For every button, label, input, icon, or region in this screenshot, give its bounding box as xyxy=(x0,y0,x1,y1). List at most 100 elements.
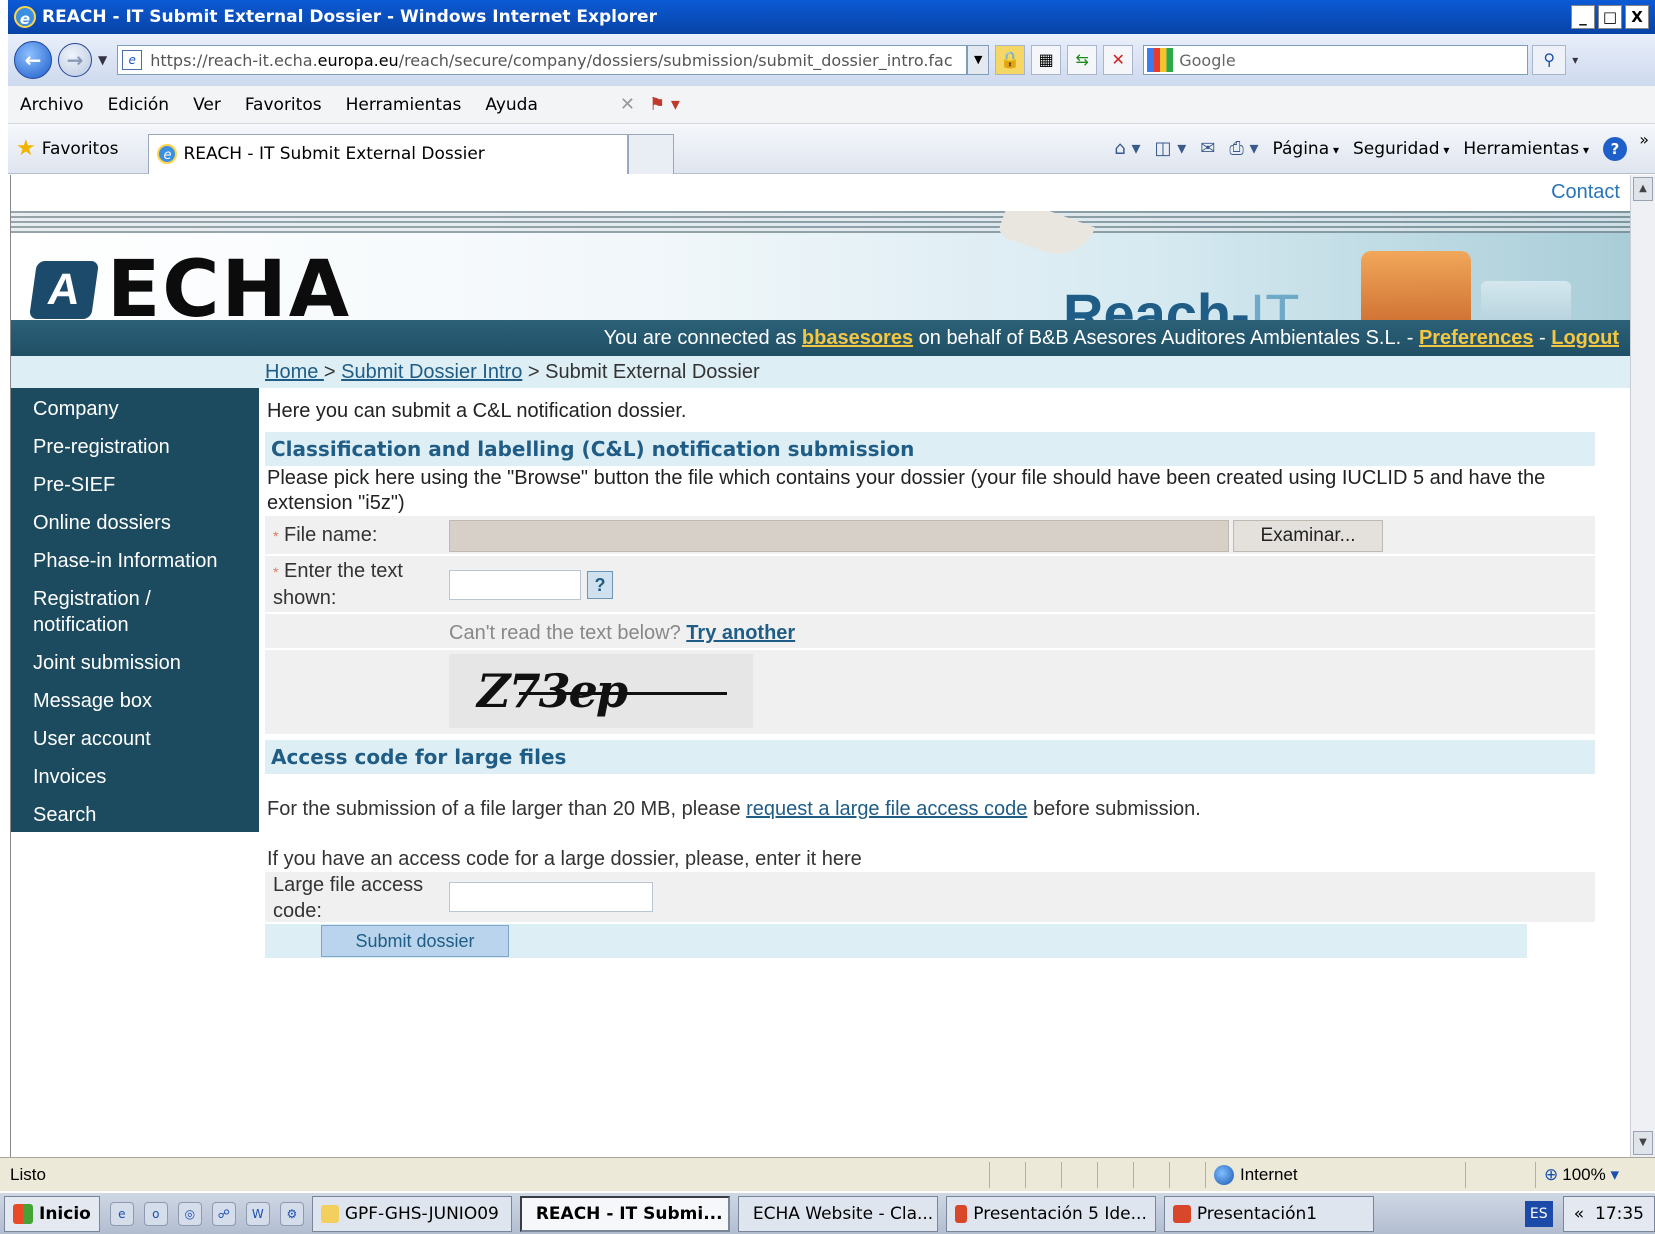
menu-edicion[interactable]: Edición xyxy=(108,95,170,115)
sidebar-item-phase-in[interactable]: Phase-in Information xyxy=(11,542,259,580)
tab-title: REACH - IT Submit External Dossier xyxy=(183,144,485,164)
protected-mode-icon[interactable] xyxy=(1465,1161,1535,1188)
menu-favoritos[interactable]: Favoritos xyxy=(245,95,322,115)
quicklaunch-word-icon[interactable]: W xyxy=(245,1201,270,1226)
quicklaunch-outlook-icon[interactable]: o xyxy=(143,1201,168,1226)
connected-prefix: You are connected as xyxy=(603,327,802,349)
intro-text: Here you can submit a C&L notification d… xyxy=(267,400,687,422)
forward-button[interactable]: → xyxy=(58,43,92,77)
cant-read-text: Can't read the text below? Try another xyxy=(449,622,795,645)
large-text-pre: For the submission of a file larger than… xyxy=(267,798,747,820)
quicklaunch-network-icon[interactable]: ☍ xyxy=(211,1201,236,1226)
favorites-button[interactable]: Favoritos xyxy=(42,139,119,159)
browser-tab[interactable]: e REACH - IT Submit External Dossier xyxy=(148,133,629,174)
breadcrumb-submit-intro[interactable]: Submit Dossier Intro xyxy=(341,361,522,383)
stop-icon[interactable]: ✕ xyxy=(1103,45,1134,75)
sidebar-item-invoices[interactable]: Invoices xyxy=(11,758,259,796)
home-icon[interactable]: ⌂ ▾ xyxy=(1114,138,1140,159)
logout-link[interactable]: Logout xyxy=(1551,327,1619,349)
browse-button[interactable]: Examinar... xyxy=(1233,520,1383,552)
taskbar-button-presentation5[interactable]: Presentación 5 Ide... xyxy=(945,1195,1156,1232)
favorites-star-icon[interactable]: ★ xyxy=(16,136,36,161)
print-icon[interactable]: ⎙ ▾ xyxy=(1229,138,1258,159)
maximize-button[interactable]: □ xyxy=(1598,5,1622,29)
clock[interactable]: « 17:35 xyxy=(1562,1195,1655,1232)
menu-ayuda[interactable]: Ayuda xyxy=(485,95,538,115)
request-access-code-link[interactable]: request a large file access code xyxy=(746,798,1027,820)
file-path-input[interactable] xyxy=(449,520,1229,552)
ie-icon: e xyxy=(14,6,36,28)
captcha-input[interactable] xyxy=(449,570,581,600)
sidebar-item-search[interactable]: Search xyxy=(11,796,259,834)
security-menu[interactable]: Seguridad xyxy=(1353,139,1449,159)
language-indicator[interactable]: ES xyxy=(1524,1200,1553,1227)
captcha-text: Z73ep xyxy=(477,664,628,718)
preferences-link[interactable]: Preferences xyxy=(1419,327,1534,349)
help-icon[interactable]: ? xyxy=(1603,136,1627,161)
menu-herramientas[interactable]: Herramientas xyxy=(346,95,462,115)
more-chevron-icon[interactable]: » xyxy=(1639,130,1649,149)
globe-icon xyxy=(1214,1164,1234,1185)
feeds-icon[interactable]: ◫ ▾ xyxy=(1154,138,1186,159)
sidebar-item-company[interactable]: Company xyxy=(11,390,259,428)
sidebar-item-joint-submission[interactable]: Joint submission xyxy=(11,644,259,682)
sidebar-item-message-box[interactable]: Message box xyxy=(11,682,259,720)
tools-menu[interactable]: Herramientas xyxy=(1463,139,1589,159)
translate-icon[interactable]: ⚑ ▾ xyxy=(649,94,680,115)
breadcrumb-home[interactable]: Home xyxy=(265,361,324,383)
start-button[interactable]: Inicio xyxy=(4,1195,100,1232)
new-tab-button[interactable] xyxy=(628,133,675,174)
required-mark: * xyxy=(273,564,279,580)
captcha-help-icon[interactable]: ? xyxy=(587,571,613,599)
address-bar[interactable]: e https://reach-it.echa. europa.eu/reach/… xyxy=(117,45,968,75)
taskbar-button-folder[interactable]: GPF-GHS-JUNIO09 xyxy=(311,1195,512,1232)
search-icon[interactable]: ⚲ xyxy=(1532,45,1567,75)
taskbar-button-presentation1[interactable]: Presentación1 xyxy=(1163,1195,1374,1232)
taskbar-label: GPF-GHS-JUNIO09 xyxy=(344,1203,499,1224)
captcha-strike xyxy=(519,692,727,695)
sidebar-item-registration[interactable]: Registration / notification xyxy=(11,580,211,644)
contact-link[interactable]: Contact xyxy=(1551,181,1620,204)
access-intro-text: If you have an access code for a large d… xyxy=(267,848,862,870)
address-toolbar: ← → ▼ e https://reach-it.echa. europa.eu /… xyxy=(8,34,1655,86)
menu-ver[interactable]: Ver xyxy=(193,95,221,115)
status-cell xyxy=(1169,1161,1205,1188)
access-code-input[interactable] xyxy=(449,882,653,912)
compat-view-icon[interactable]: ▦ xyxy=(1031,45,1062,75)
sidebar-item-pre-registration[interactable]: Pre-registration xyxy=(11,428,259,466)
title-bar: e REACH - IT Submit External Dossier - W… xyxy=(8,0,1655,34)
folder-icon xyxy=(320,1204,339,1223)
user-link[interactable]: bbasesores xyxy=(802,327,913,349)
security-zone[interactable]: Internet xyxy=(1205,1161,1465,1188)
back-button[interactable]: ← xyxy=(14,41,52,79)
search-input[interactable]: Google xyxy=(1143,45,1529,75)
try-another-link[interactable]: Try another xyxy=(686,622,795,644)
history-dropdown-icon[interactable]: ▼ xyxy=(98,53,107,67)
vertical-scrollbar[interactable]: ▲ ▼ xyxy=(1630,175,1655,1157)
sidebar-item-user-account[interactable]: User account xyxy=(11,720,259,758)
minimize-button[interactable]: _ xyxy=(1571,5,1595,29)
taskbar-label: REACH - IT Submi... xyxy=(535,1203,723,1224)
lock-icon[interactable]: 🔒 xyxy=(995,45,1026,75)
scroll-down-icon[interactable]: ▼ xyxy=(1633,1131,1653,1155)
mail-icon[interactable]: ✉ xyxy=(1200,138,1215,159)
menu-archivo[interactable]: Archivo xyxy=(20,95,84,115)
url-prefix: https://reach-it.echa. xyxy=(150,50,318,70)
address-dropdown-icon[interactable]: ▼ xyxy=(967,45,990,75)
quicklaunch-explorer-icon[interactable]: ◎ xyxy=(177,1201,202,1226)
taskbar-button-reach[interactable]: REACH - IT Submi... xyxy=(519,1195,730,1232)
close-button[interactable]: X xyxy=(1625,5,1649,29)
refresh-icon[interactable]: ⇆ xyxy=(1067,45,1098,75)
sidebar-item-online-dossiers[interactable]: Online dossiers xyxy=(11,504,259,542)
quicklaunch-app-icon[interactable]: ⚙ xyxy=(279,1201,304,1226)
scroll-up-icon[interactable]: ▲ xyxy=(1633,177,1653,201)
sidebar-item-pre-sief[interactable]: Pre-SIEF xyxy=(11,466,259,504)
submit-dossier-button[interactable]: Submit dossier xyxy=(321,925,509,957)
page-menu[interactable]: Página xyxy=(1273,139,1339,159)
zoom-control[interactable]: ⊕ 100% ▾ xyxy=(1535,1161,1655,1188)
quicklaunch-ie-icon[interactable]: e xyxy=(109,1201,134,1226)
search-dropdown-icon[interactable]: ▾ xyxy=(1572,53,1578,67)
taskbar-button-echa[interactable]: ECHA Website - Cla... xyxy=(737,1195,938,1232)
close-toolbar-icon[interactable]: ✕ xyxy=(620,94,635,115)
zone-label: Internet xyxy=(1240,1164,1298,1184)
